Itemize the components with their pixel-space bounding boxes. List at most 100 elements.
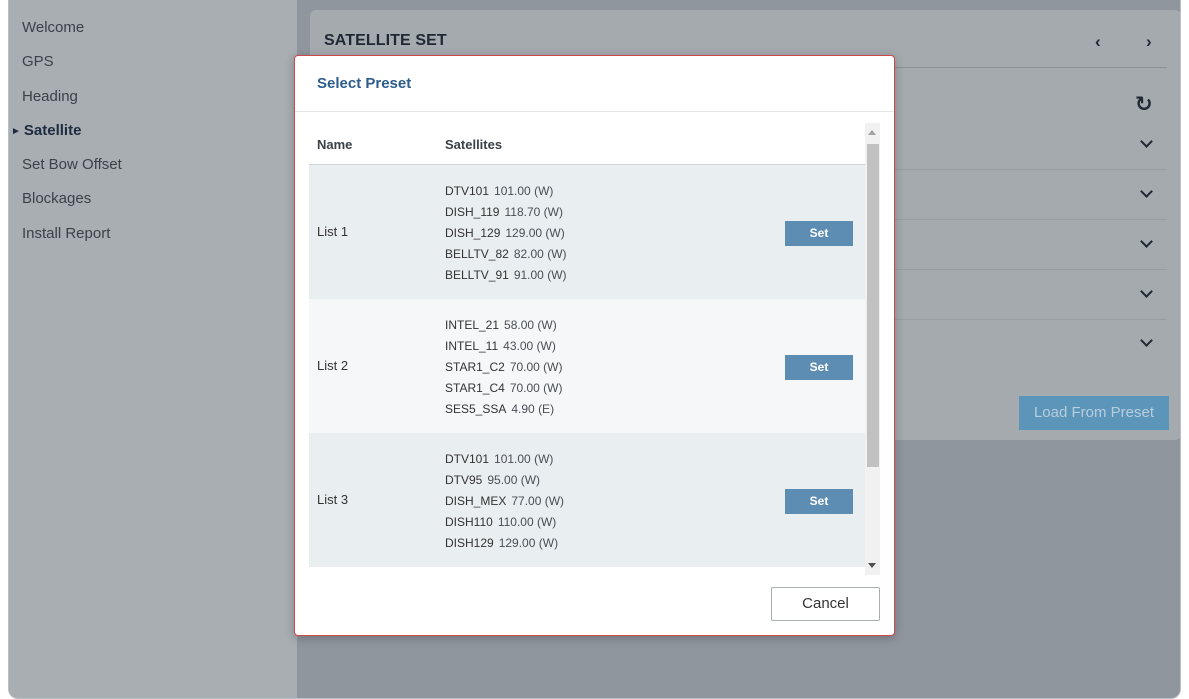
- sidebar-item-label: Heading: [22, 88, 78, 105]
- chevron-down-icon[interactable]: [1140, 285, 1153, 298]
- satellite-position: 129.00 (W): [498, 536, 559, 550]
- satellite-name: STAR1_C2: [445, 360, 505, 374]
- cancel-button[interactable]: Cancel: [771, 587, 880, 621]
- active-marker-icon: ►: [11, 126, 21, 137]
- table-row: List 1 DTV101 101.00 (W) DISH_119 118.70 (…: [309, 165, 865, 299]
- satellite-position: 91.00 (W): [513, 268, 567, 282]
- satellite-position: 70.00 (W): [509, 360, 563, 374]
- satellite-entry: STAR1_C2 70.00 (W): [445, 357, 563, 378]
- sidebar-item-welcome[interactable]: Welcome: [9, 18, 84, 54]
- sidebar-item-heading[interactable]: Heading: [9, 87, 78, 123]
- sidebar-item-label: GPS: [22, 53, 54, 70]
- satellite-list: INTEL_21 58.00 (W) INTEL_11 43.00 (W) STAR…: [445, 315, 563, 420]
- sidebar-item-label: Blockages: [22, 190, 92, 207]
- satellite-position: 43.00 (W): [503, 339, 556, 353]
- satellite-entry: INTEL_11 43.00 (W): [445, 336, 563, 357]
- chevron-down-icon[interactable]: [1140, 235, 1153, 248]
- preset-name: List 3: [317, 492, 349, 507]
- satellite-name: STAR1_C4: [445, 381, 505, 395]
- preset-name: List 2: [317, 358, 349, 373]
- satellite-entry: DISH_MEX 77.00 (W): [445, 491, 564, 512]
- satellite-name: BELLTV_91: [445, 268, 509, 282]
- sidebar-item-gps[interactable]: GPS: [9, 52, 54, 88]
- satellite-name: DISH129: [445, 536, 494, 550]
- chevron-down-icon[interactable]: [1140, 185, 1153, 198]
- satellite-name: INTEL_11: [445, 339, 499, 353]
- preset-table: Name Satellites List 1 DTV101 101.00 (W) …: [309, 123, 865, 568]
- sidebar-item-label: Satellite: [23, 122, 82, 139]
- satellite-name: DISH110: [445, 515, 493, 529]
- satellite-list: DTV101 101.00 (W) DISH_119 118.70 (W) DISH…: [445, 181, 567, 286]
- satellite-position: 101.00 (W): [494, 184, 554, 198]
- accordion-row[interactable]: [894, 320, 1167, 369]
- satellite-position: 110.00 (W): [497, 515, 557, 529]
- dialog-title: Select Preset: [317, 75, 412, 92]
- satellite-position: 129.00 (W): [505, 226, 565, 240]
- sidebar-item-install-report[interactable]: Install Report: [9, 224, 110, 260]
- satellite-name: INTEL_21: [445, 318, 500, 332]
- accordion-row[interactable]: [894, 271, 1167, 320]
- satellite-entry: DTV95 95.00 (W): [445, 470, 564, 491]
- satellite-position: 101.00 (W): [494, 452, 554, 466]
- satellite-name: DTV101: [445, 452, 490, 466]
- table-header: Name Satellites: [309, 123, 865, 165]
- load-from-preset-button[interactable]: Load From Preset: [1019, 396, 1169, 430]
- satellite-position: 118.70 (W): [504, 205, 563, 219]
- scroll-down-arrow-icon[interactable]: [868, 563, 876, 568]
- satellite-position: 77.00 (W): [511, 494, 565, 508]
- satellite-list: DTV101 101.00 (W) DTV95 95.00 (W) DISH_MEX…: [445, 449, 564, 554]
- sidebar: Welcome GPS Heading ► Satellite Set Bow O…: [9, 0, 297, 698]
- sidebar-item-satellite[interactable]: ► Satellite: [9, 121, 81, 157]
- page-title: SATELLITE SET: [324, 32, 447, 49]
- chevron-down-icon[interactable]: [1140, 334, 1153, 347]
- satellite-entry: INTEL_21 58.00 (W): [445, 315, 563, 336]
- satellite-entry: STAR1_C4 70.00 (W): [445, 378, 563, 399]
- scrollbar[interactable]: [865, 123, 880, 575]
- sidebar-item-set-bow-offset[interactable]: Set Bow Offset: [9, 155, 122, 191]
- satellite-entry: BELLTV_82 82.00 (W): [445, 244, 567, 265]
- dialog-divider: [295, 111, 894, 112]
- satellite-position: 95.00 (W): [487, 473, 541, 487]
- column-header-name: Name: [317, 137, 353, 152]
- preset-name: List 1: [317, 224, 349, 239]
- satellite-name: DTV95: [445, 473, 483, 487]
- satellite-position: 4.90 (E): [511, 402, 555, 416]
- scroll-up-arrow-icon[interactable]: [868, 130, 876, 135]
- column-header-satellites: Satellites: [445, 137, 503, 152]
- satellite-name: DISH_129: [445, 226, 501, 240]
- satellite-entry: SES5_SSA 4.90 (E): [445, 399, 563, 420]
- satellite-name: DISH_119: [445, 205, 500, 219]
- chevron-right-icon[interactable]: ›: [1146, 32, 1152, 52]
- accordion-row[interactable]: [894, 221, 1167, 270]
- accordion-row[interactable]: [894, 121, 1167, 170]
- accordion-row[interactable]: [894, 171, 1167, 220]
- satellite-position: 70.00 (W): [509, 381, 563, 395]
- satellite-name: BELLTV_82: [445, 247, 509, 261]
- satellite-name: SES5_SSA: [445, 402, 507, 416]
- satellite-name: DTV101: [445, 184, 490, 198]
- chevron-left-icon[interactable]: ‹: [1095, 32, 1101, 52]
- satellite-position: 58.00 (W): [504, 318, 557, 332]
- satellite-entry: DTV101 101.00 (W): [445, 449, 564, 470]
- satellite-entry: DISH129 129.00 (W): [445, 533, 564, 554]
- satellite-entry: DISH_119 118.70 (W): [445, 202, 567, 223]
- set-preset-button[interactable]: Set: [785, 355, 853, 380]
- satellite-entry: DTV101 101.00 (W): [445, 181, 567, 202]
- satellite-position: 82.00 (W): [513, 247, 567, 261]
- satellite-entry: DISH110 110.00 (W): [445, 512, 564, 533]
- sidebar-item-blockages[interactable]: Blockages: [9, 189, 91, 225]
- satellite-name: DISH_MEX: [445, 494, 507, 508]
- chevron-down-icon[interactable]: [1140, 135, 1153, 148]
- set-preset-button[interactable]: Set: [785, 489, 853, 514]
- sidebar-item-label: Welcome: [22, 19, 85, 36]
- refresh-icon[interactable]: ↻: [1135, 92, 1153, 117]
- table-row: List 3 DTV101 101.00 (W) DTV95 95.00 (W) D…: [309, 433, 865, 567]
- satellite-entry: BELLTV_91 91.00 (W): [445, 265, 567, 286]
- satellite-entry: DISH_129 129.00 (W): [445, 223, 567, 244]
- sidebar-item-label: Install Report: [22, 225, 111, 242]
- scroll-thumb[interactable]: [867, 144, 879, 467]
- sidebar-item-label: Set Bow Offset: [22, 156, 122, 173]
- select-preset-dialog: Select Preset Name Satellites List 1 DTV…: [294, 55, 895, 636]
- table-row: List 2 INTEL_21 58.00 (W) INTEL_11 43.00 (…: [309, 299, 865, 433]
- set-preset-button[interactable]: Set: [785, 221, 853, 246]
